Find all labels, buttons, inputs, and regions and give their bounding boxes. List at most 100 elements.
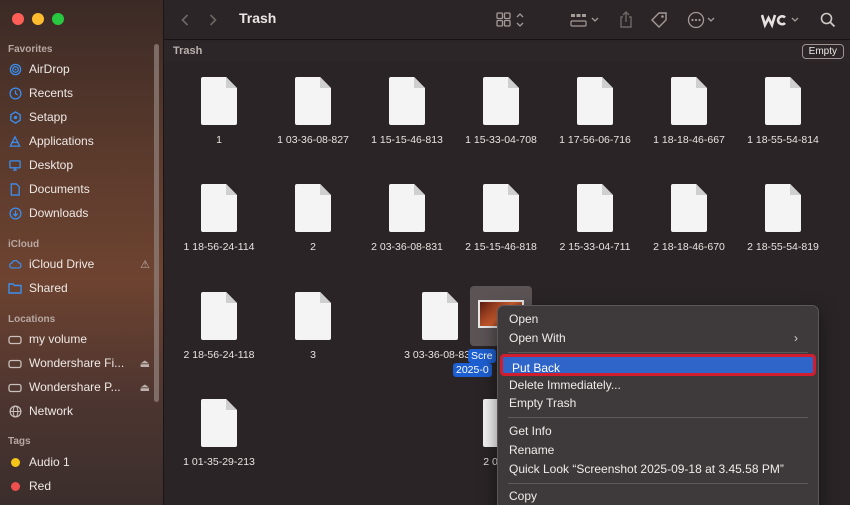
- finder-window: Favorites AirDrop Recents Setapp Applica…: [0, 0, 850, 505]
- file-item[interactable]: 1 18-18-46-667: [642, 77, 736, 146]
- menu-item-label: Rename: [509, 443, 555, 457]
- sidebar-item-airdrop[interactable]: AirDrop: [8, 58, 148, 80]
- sidebar-item-applications[interactable]: Applications: [8, 130, 148, 152]
- menu-item-delete-immediately[interactable]: Delete Immediately...: [508, 376, 810, 395]
- sidebar-item-tag-audio-1[interactable]: Audio 1: [8, 451, 148, 473]
- sidebar-item-icloud-drive[interactable]: iCloud Drive ⚠: [8, 253, 150, 275]
- document-file-icon: [671, 77, 707, 125]
- sidebar-item-wondershare-fi[interactable]: Wondershare Fi... ⏏: [8, 352, 150, 374]
- eject-icon[interactable]: ⏏: [140, 381, 150, 394]
- search-button[interactable]: [820, 0, 836, 40]
- file-name: 2 18-18-46-670: [653, 241, 725, 253]
- sidebar-item-my-volume[interactable]: my volume: [8, 328, 148, 350]
- forward-button[interactable]: [208, 0, 218, 40]
- view-grid-button[interactable]: [496, 0, 528, 40]
- sidebar-item-desktop[interactable]: Desktop: [8, 154, 148, 176]
- sidebar-item-recents[interactable]: Recents: [8, 82, 148, 104]
- file-item[interactable]: 1: [172, 77, 266, 146]
- file-item[interactable]: 1 03-36-08-827: [266, 77, 360, 146]
- window-title: Trash: [239, 10, 277, 26]
- sidebar-item-network[interactable]: Network: [8, 400, 148, 422]
- group-button[interactable]: [570, 0, 602, 40]
- share-icon: [620, 11, 632, 28]
- file-item[interactable]: 2 15-15-46-818: [454, 184, 548, 253]
- ellipsis-circle-icon: [687, 11, 715, 29]
- document-file-icon: [671, 184, 707, 232]
- sidebar: Favorites AirDrop Recents Setapp Applica…: [0, 0, 164, 505]
- file-item[interactable]: 2: [266, 184, 360, 253]
- file-item[interactable]: 3: [266, 292, 360, 361]
- menu-item-quick-look[interactable]: Quick Look “Screenshot 2025-09-18 at 3.4…: [508, 460, 810, 479]
- file-item[interactable]: 1 15-33-04-708: [454, 77, 548, 146]
- menu-separator: [508, 352, 808, 353]
- sidebar-item-documents[interactable]: Documents: [8, 178, 148, 200]
- sidebar-item-shared[interactable]: Shared: [8, 277, 148, 299]
- file-item[interactable]: 2 15-33-04-711: [548, 184, 642, 253]
- file-name: 3: [310, 349, 316, 361]
- document-file-icon: [201, 77, 237, 125]
- path-bar: Trash Empty: [164, 41, 850, 62]
- sidebar-item-label: my volume: [29, 332, 88, 346]
- sidebar-item-label: Red: [29, 479, 52, 493]
- sidebar-item-tag-red[interactable]: Red: [8, 475, 148, 497]
- cloud-icon: [8, 257, 22, 271]
- menu-item-put-back[interactable]: Put Back: [500, 354, 816, 376]
- file-item[interactable]: 2 18-55-54-819: [736, 184, 830, 253]
- back-button[interactable]: [180, 0, 190, 40]
- sidebar-item-label: Applications: [29, 134, 94, 148]
- warning-icon: ⚠: [140, 258, 150, 271]
- sidebar-item-label: Wondershare P...: [29, 380, 121, 394]
- menu-item-open[interactable]: Open: [508, 310, 810, 329]
- document-file-icon: [201, 292, 237, 340]
- menu-item-empty-trash[interactable]: Empty Trash: [508, 394, 810, 413]
- wondershare-logo-icon: [761, 14, 799, 29]
- file-item[interactable]: 2 03-36-08-831: [360, 184, 454, 253]
- eject-icon[interactable]: ⏏: [140, 357, 150, 370]
- document-file-icon: [389, 77, 425, 125]
- file-name: 1 03-36-08-827: [277, 134, 349, 146]
- network-icon: [8, 404, 22, 418]
- menu-item-label: Open With: [509, 331, 566, 345]
- document-file-icon: [483, 184, 519, 232]
- empty-trash-button[interactable]: Empty: [801, 44, 844, 59]
- file-name: 1 18-55-54-814: [747, 134, 819, 146]
- sidebar-item-label: Shared: [29, 281, 68, 295]
- file-item[interactable]: 2 18-56-24-118: [172, 292, 266, 361]
- file-item[interactable]: 1 01-35-29-213: [172, 399, 266, 468]
- file-name: 2 18-55-54-819: [747, 241, 819, 253]
- sidebar-item-label: Setapp: [29, 110, 68, 124]
- share-button[interactable]: [619, 0, 633, 40]
- file-item[interactable]: 2 18-18-46-670: [642, 184, 736, 253]
- sidebar-item-label: Network: [29, 404, 74, 418]
- file-name: 1 01-35-29-213: [183, 456, 255, 468]
- menu-separator: [508, 417, 808, 418]
- menu-item-open-with[interactable]: Open With ›: [508, 329, 810, 348]
- close-window-button[interactable]: [12, 13, 24, 25]
- path-label: Trash: [173, 45, 203, 57]
- document-file-icon: [201, 184, 237, 232]
- file-item[interactable]: 1 18-56-24-114: [172, 184, 266, 253]
- sidebar-item-wondershare-p[interactable]: Wondershare P... ⏏: [8, 376, 150, 398]
- menu-item-rename[interactable]: Rename: [508, 441, 810, 460]
- file-name: 1 18-18-46-667: [653, 134, 725, 146]
- document-file-icon: [295, 184, 331, 232]
- airdrop-icon: [8, 62, 22, 76]
- menu-item-get-info[interactable]: Get Info: [508, 422, 810, 441]
- tag-button[interactable]: [650, 0, 668, 40]
- minimize-window-button[interactable]: [32, 13, 44, 25]
- file-item[interactable]: 1 18-55-54-814: [736, 77, 830, 146]
- file-name: 1 18-56-24-114: [183, 241, 255, 253]
- context-menu: Open Open With › Put Back Delete Immediat…: [497, 305, 819, 505]
- sidebar-scrollbar[interactable]: [154, 44, 159, 402]
- zoom-window-button[interactable]: [52, 13, 64, 25]
- sidebar-item-downloads[interactable]: Downloads: [8, 202, 148, 224]
- wondershare-extension-button[interactable]: [761, 0, 803, 40]
- menu-item-copy[interactable]: Copy: [508, 487, 810, 505]
- document-file-icon: [483, 77, 519, 125]
- document-file-icon: [389, 184, 425, 232]
- file-name: 2 18-56-24-118: [183, 349, 255, 361]
- file-item[interactable]: 1 17-56-06-716: [548, 77, 642, 146]
- file-item[interactable]: 1 15-15-46-813: [360, 77, 454, 146]
- action-menu-button[interactable]: [687, 0, 719, 40]
- sidebar-item-setapp[interactable]: Setapp: [8, 106, 148, 128]
